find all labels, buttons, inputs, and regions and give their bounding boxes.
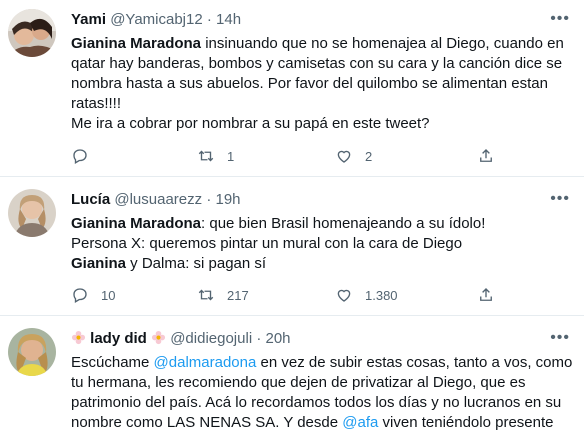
retweet-button[interactable]: 217 xyxy=(197,285,249,305)
handle[interactable]: @Yamicabj12 xyxy=(110,11,203,28)
avatar[interactable] xyxy=(8,9,56,57)
text-line: qatar hay banderas, bombos y camisetas c… xyxy=(71,55,563,72)
timestamp[interactable]: 14h xyxy=(216,11,241,28)
text-line: nombra hasta a sus abuelos. Por favor de… xyxy=(71,75,548,92)
display-name[interactable]: lady did xyxy=(90,330,147,347)
text-line: Gianina Maradona insinuando que no se ho… xyxy=(71,34,576,54)
text-line: Escúchame @dalmaradona en vez de subir e… xyxy=(71,353,576,373)
flower-emoji-icon xyxy=(71,330,86,351)
bold-name: Gianina Maradona xyxy=(71,215,202,232)
text-line: nombre como LAS NENAS SA. Y desde @afa v… xyxy=(71,413,576,433)
tweet-header: Lucía @lusuaarezz · 19h xyxy=(71,190,241,210)
retweet-icon xyxy=(198,150,214,162)
retweet-button[interactable]: 1 xyxy=(197,146,234,166)
tweet-text: Gianina Maradona insinuando que no se ho… xyxy=(71,34,576,134)
share-button[interactable] xyxy=(477,146,495,166)
text-span: : que bien Brasil homenajeando a su ídol… xyxy=(201,215,486,232)
timestamp[interactable]: 19h xyxy=(215,191,240,208)
text-line: patrimonio del país. Acá lo recordamos t… xyxy=(71,394,562,411)
tweet-lucia[interactable]: Lucía @lusuaarezz · 19h ••• Gianina Mara… xyxy=(0,177,584,315)
display-name[interactable]: Yami xyxy=(71,11,106,28)
mention-link[interactable]: @afa xyxy=(342,414,378,431)
tweet-text: Escúchame @dalmaradona en vez de subir e… xyxy=(71,353,576,433)
text-span: insinuando que no se homenajea al Diego,… xyxy=(201,35,564,52)
like-button[interactable]: 1.380 xyxy=(335,285,398,305)
handle[interactable]: @didiegojuli xyxy=(170,330,252,347)
text-line: Gianina Maradona: que bien Brasil homena… xyxy=(71,214,576,234)
share-button[interactable] xyxy=(477,285,495,305)
separator: · xyxy=(206,191,212,208)
bold-name: Gianina Maradona xyxy=(71,35,202,52)
more-icon[interactable]: ••• xyxy=(550,330,570,346)
separator: · xyxy=(206,11,212,28)
reply-button[interactable]: 10 xyxy=(71,285,115,305)
tweet-header: lady did @didiegojuli · 20h xyxy=(71,329,291,351)
handle[interactable]: @lusuaarezz xyxy=(114,191,202,208)
share-icon xyxy=(480,288,492,301)
reply-icon xyxy=(73,149,87,164)
retweet-count: 1 xyxy=(227,148,235,164)
text-span: nombre como LAS NENAS SA. Y desde xyxy=(71,414,343,431)
like-count: 2 xyxy=(365,148,373,164)
avatar[interactable] xyxy=(8,328,56,376)
text-line: Gianina y Dalma: si pagan sí xyxy=(71,254,576,274)
avatar[interactable] xyxy=(8,189,56,237)
tweet-header: Yami @Yamicabj12 · 14h xyxy=(71,10,241,30)
tweet-actions: 10 217 1.380 xyxy=(71,285,501,305)
retweet-icon xyxy=(198,289,214,301)
like-icon xyxy=(337,289,351,302)
like-count: 1.380 xyxy=(365,287,398,303)
reply-icon xyxy=(73,288,87,303)
tweet-text: Gianina Maradona: que bien Brasil homena… xyxy=(71,214,576,274)
bold-name: Gianina xyxy=(71,255,127,272)
mention-link[interactable]: @dalmaradona xyxy=(154,354,257,371)
text-line: Persona X: queremos pintar un mural con … xyxy=(71,235,463,252)
reply-button[interactable] xyxy=(71,146,101,166)
reply-count: 10 xyxy=(101,287,116,303)
display-name[interactable]: Lucía xyxy=(71,191,110,208)
more-icon[interactable]: ••• xyxy=(550,191,570,207)
timestamp[interactable]: 20h xyxy=(266,330,291,347)
tweet-lady-did[interactable]: lady did @didiegojuli · 20h ••• Escúcham… xyxy=(0,316,584,432)
tweet-actions: 1 2 xyxy=(71,146,501,166)
share-icon xyxy=(480,149,492,162)
tweet-yami[interactable]: Yami @Yamicabj12 · 14h ••• Gianina Marad… xyxy=(0,0,584,176)
text-line: tu hermana, les recomiendo que dejen de … xyxy=(71,374,526,391)
text-span: viven teniéndolo presente xyxy=(378,414,554,431)
like-icon xyxy=(337,150,351,163)
retweet-count: 217 xyxy=(227,287,249,303)
text-span: Escúchame xyxy=(71,354,154,371)
flower-emoji-icon xyxy=(151,330,166,351)
separator: · xyxy=(256,330,262,347)
more-icon[interactable]: ••• xyxy=(550,11,570,27)
text-line: ratas!!!! xyxy=(71,95,122,112)
text-span: y Dalma: si pagan sí xyxy=(126,255,267,272)
like-button[interactable]: 2 xyxy=(335,146,372,166)
text-line: Me ira a cobrar por nombrar a su papá en… xyxy=(71,115,430,132)
text-span: en vez de subir estas cosas, tanto a vos… xyxy=(256,354,573,371)
